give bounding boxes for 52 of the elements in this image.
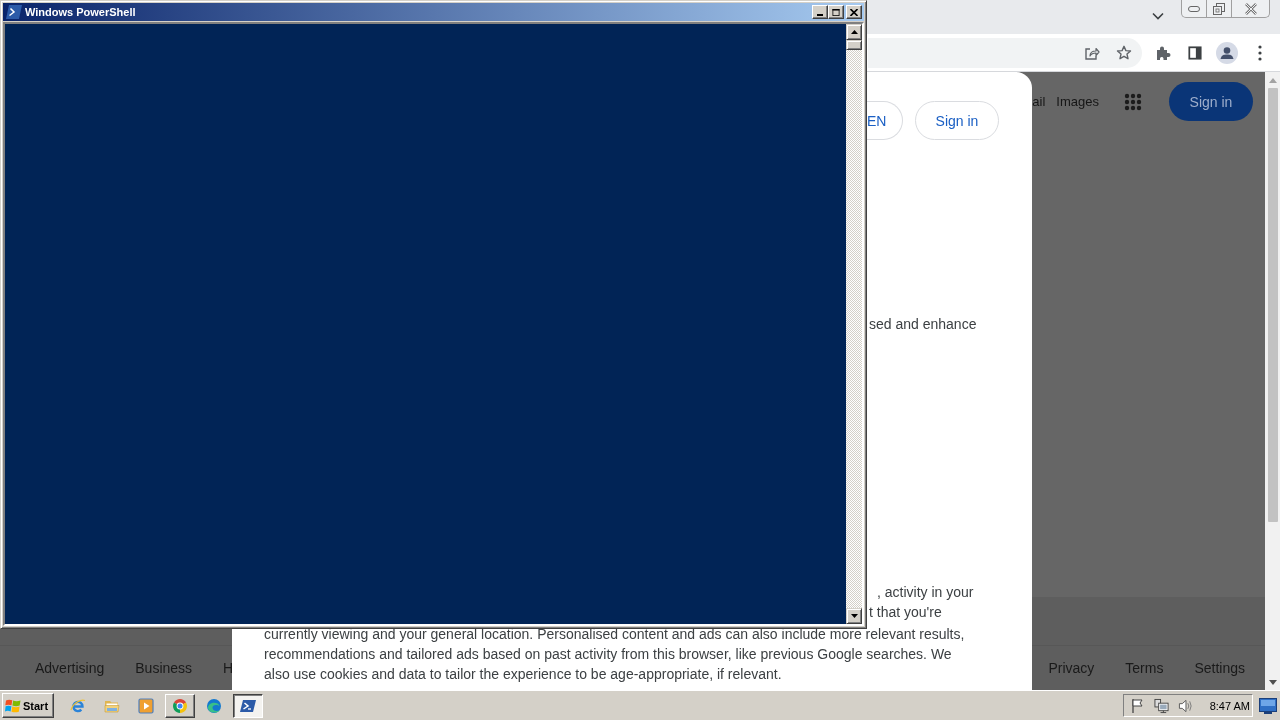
start-button[interactable]: Start: [2, 693, 54, 718]
terminal-icon: [240, 697, 256, 714]
footer-link[interactable]: Terms: [1125, 660, 1164, 676]
four-pane-flag-icon: [5, 697, 21, 714]
speaker-icon[interactable]: [1177, 697, 1193, 714]
footer-link[interactable]: Advertising: [35, 660, 105, 676]
up-arrow-icon: [850, 30, 858, 34]
header-link[interactable]: ail: [1032, 94, 1046, 109]
scroll-up-button[interactable]: [846, 24, 862, 40]
swirl-icon: [206, 697, 222, 714]
footer-link[interactable]: Business: [135, 660, 193, 676]
window-title: Windows PowerShell: [25, 6, 136, 18]
close-icon: [850, 8, 858, 16]
kebab-menu-icon[interactable]: [1258, 44, 1262, 61]
scroll-down-button[interactable]: [846, 608, 862, 624]
sign-in-button[interactable]: Sign in: [1169, 82, 1253, 121]
clock: 8:47 AM: [1209, 699, 1250, 712]
avatar-icon[interactable]: [1216, 41, 1238, 64]
footer-link[interactable]: H: [223, 660, 234, 676]
side-panel-icon[interactable]: [1188, 45, 1202, 60]
scrollbar[interactable]: [1265, 72, 1280, 690]
consent-text-fragment: , activity in your: [877, 583, 974, 602]
sign-in-button[interactable]: Sign in: [915, 101, 999, 140]
chevron-down-icon[interactable]: [1152, 12, 1164, 20]
share-icon[interactable]: [1084, 45, 1100, 61]
flag-icon[interactable]: [1129, 697, 1145, 714]
taskbar-button[interactable]: [233, 693, 263, 718]
scroll-thumb[interactable]: [846, 40, 862, 50]
maximize-icon: [832, 8, 840, 16]
minimize-icon: [1188, 5, 1200, 12]
header-link[interactable]: Images: [1056, 94, 1099, 109]
terminal-icon: [6, 5, 22, 19]
down-arrow-icon[interactable]: [1268, 680, 1277, 685]
down-arrow-icon: [850, 614, 858, 618]
ring-logo-icon: [172, 697, 188, 714]
puzzle-icon[interactable]: [1155, 44, 1171, 61]
language-button[interactable]: EN: [867, 101, 903, 140]
scroll-thumb[interactable]: [1267, 88, 1278, 522]
grid-icon[interactable]: [1124, 92, 1142, 111]
consent-text-fragment: t that you're: [869, 603, 942, 622]
footer-link[interactable]: Privacy: [1048, 660, 1095, 676]
e-logo-icon: [70, 697, 86, 714]
star-icon[interactable]: [1116, 45, 1132, 61]
consent-text: currently viewing and your general location. Personalised content and ads can also include more relevant results, recommendations and tailored ads based on past activity from this browser, like previous Google searches. We also use cookies and data to tailor the experience to be age-appropriate, if relevant.: [264, 625, 966, 684]
footer-link[interactable]: Settings: [1194, 660, 1245, 676]
network-icon[interactable]: [1153, 697, 1169, 714]
consent-text-fragment: sed and enhance: [869, 315, 978, 334]
play-icon: [138, 697, 154, 714]
desktop-icon[interactable]: [1259, 697, 1277, 714]
close-button[interactable]: [846, 5, 862, 19]
maximize-button[interactable]: [828, 5, 844, 19]
scrollbar[interactable]: [846, 24, 862, 624]
